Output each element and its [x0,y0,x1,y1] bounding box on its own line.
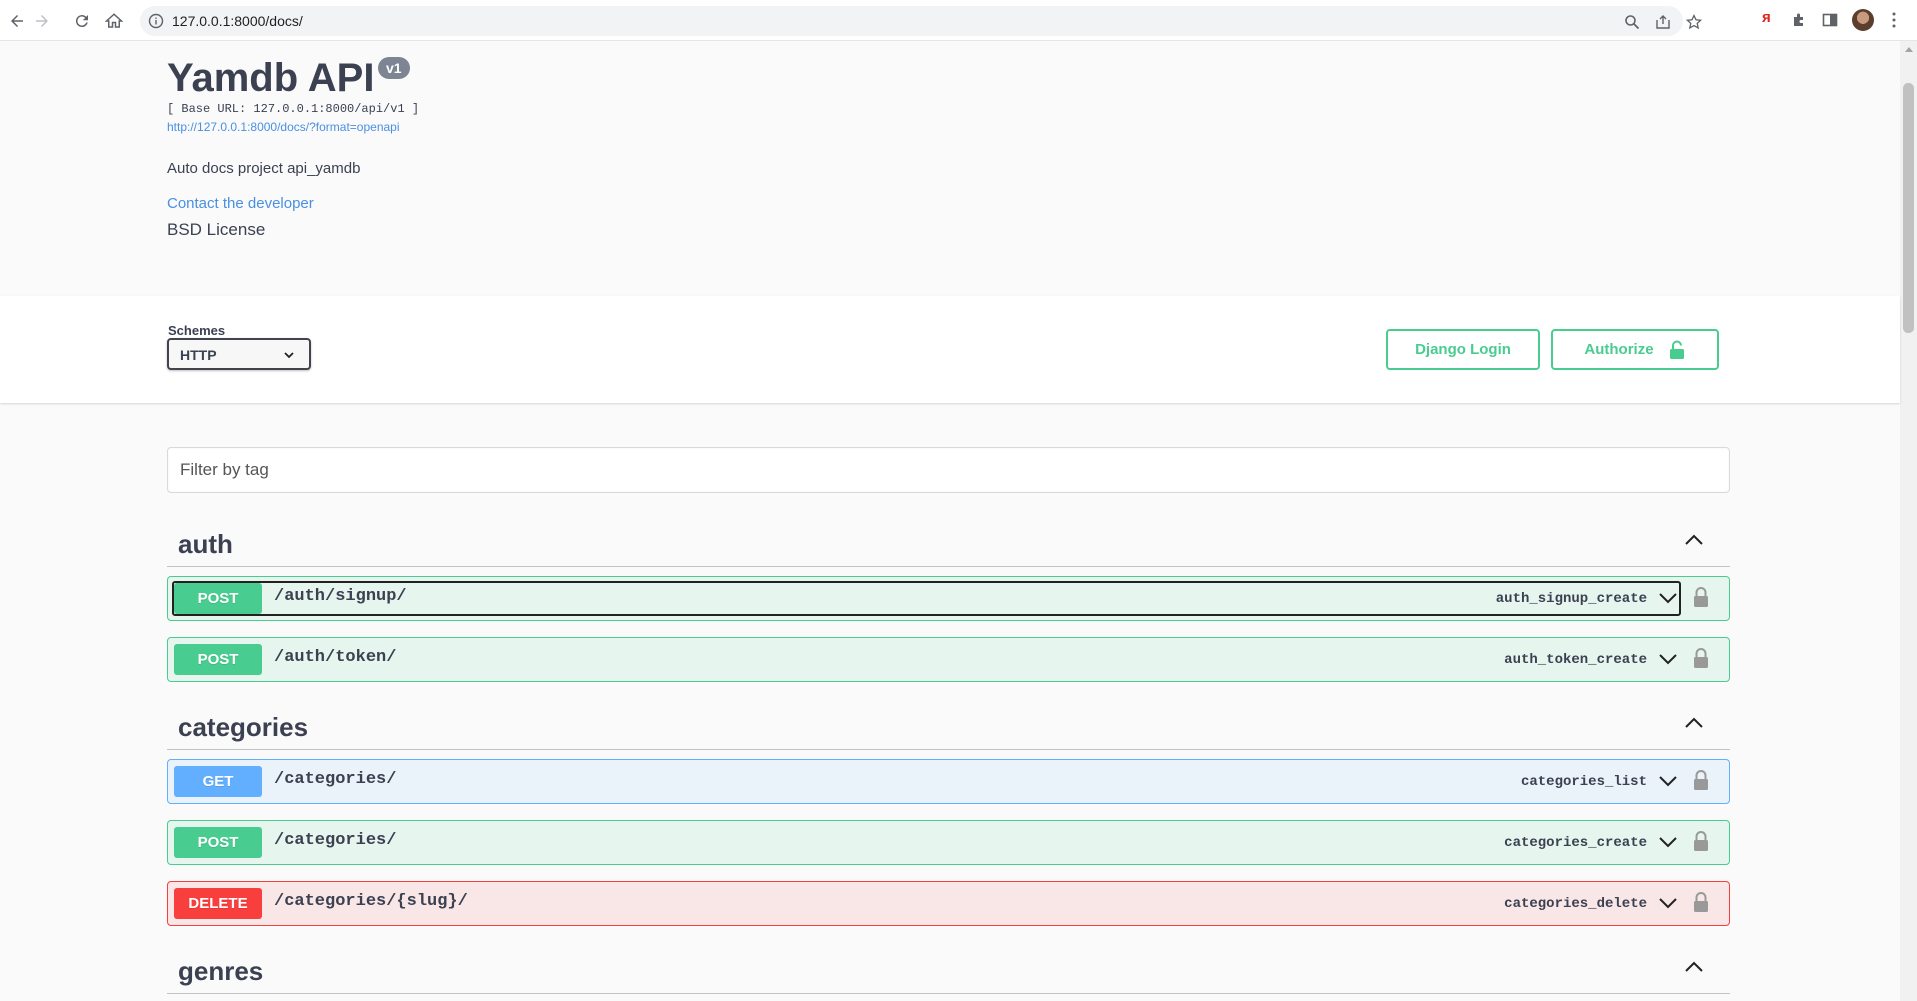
unlocked-icon [1668,340,1686,360]
address-url: 127.0.0.1:8000/docs/ [172,13,303,29]
reload-icon[interactable] [71,10,93,32]
operation-categories-create[interactable]: POST /categories/ categories_create [167,820,1730,865]
lock-icon[interactable] [1693,647,1709,669]
back-arrow-icon[interactable] [6,10,28,32]
django-login-label: Django Login [1415,341,1511,358]
tag-name: auth [178,529,233,559]
zoom-icon[interactable] [1624,14,1640,30]
chevron-up-icon[interactable] [1684,533,1704,547]
schemes-select[interactable]: HTTP [167,338,311,370]
operation-path: /categories/ [274,831,397,850]
version-badge: v1 [378,57,410,79]
schemes-label: Schemes [168,323,226,338]
method-badge: POST [174,827,262,858]
site-info-icon[interactable] [148,13,164,29]
scroll-up-arrow-icon[interactable] [1905,47,1913,52]
tag-name: categories [178,712,309,742]
operation-path: /auth/signup/ [274,587,407,606]
operation-id: categories_create [1504,835,1647,851]
method-badge: DELETE [174,888,262,919]
contact-developer-link[interactable]: Contact the developer [167,195,314,212]
schemes-selected-value: HTTP [180,347,217,363]
lock-icon[interactable] [1693,769,1709,791]
share-icon[interactable] [1655,14,1671,30]
authorize-label: Authorize [1584,341,1654,358]
operation-categories-delete[interactable]: DELETE /categories/{slug}/ categories_de… [167,881,1730,926]
scrollbar-thumb[interactable] [1903,83,1914,333]
side-panel-icon[interactable] [1820,10,1840,30]
base-url: [ Base URL: 127.0.0.1:8000/api/v1 ] [167,102,420,116]
operation-path: /categories/{slug}/ [274,892,468,911]
home-icon[interactable] [103,10,125,32]
tag-name: genres [178,956,264,986]
chevron-down-icon[interactable] [1658,652,1678,666]
license-text: BSD License [167,220,266,239]
lock-icon[interactable] [1693,891,1709,913]
operation-path: /categories/ [274,770,397,789]
bookmark-star-icon[interactable] [1686,14,1702,30]
method-badge: GET [174,766,262,797]
operation-id: auth_token_create [1504,652,1647,668]
page-scrollbar[interactable] [1900,41,1917,1001]
operation-auth-token[interactable]: POST /auth/token/ auth_token_create [167,637,1730,682]
chevron-up-icon[interactable] [1684,716,1704,730]
django-login-button[interactable]: Django Login [1386,329,1540,370]
tag-header-categories[interactable]: categories [167,698,1730,750]
authorize-button[interactable]: Authorize [1551,329,1719,370]
kebab-menu-icon[interactable] [1884,10,1904,30]
tag-header-genres[interactable]: genres [167,942,1730,994]
api-title: Yamdb API [167,56,375,100]
chevron-down-icon[interactable] [1658,835,1678,849]
filter-by-tag-input[interactable] [167,447,1730,493]
forward-arrow-icon[interactable] [31,10,53,32]
lock-icon[interactable] [1693,830,1709,852]
openapi-spec-link[interactable]: http://127.0.0.1:8000/docs/?format=opena… [167,120,400,134]
operation-id: auth_signup_create [1495,591,1647,607]
operation-id: categories_delete [1504,896,1647,912]
operation-auth-signup[interactable]: POST /auth/signup/ auth_signup_create [167,576,1730,621]
address-bar[interactable]: 127.0.0.1:8000/docs/ [140,6,1702,36]
extensions-puzzle-icon[interactable] [1789,10,1809,30]
profile-avatar[interactable] [1852,9,1874,31]
tag-header-auth[interactable]: auth [167,515,1730,567]
browser-toolbar: 127.0.0.1:8000/docs/ я [0,0,1917,41]
scheme-container: Schemes HTTP Django Login Authorize [0,296,1900,403]
lock-icon[interactable] [1693,586,1709,608]
method-badge: POST [174,583,262,614]
chevron-down-icon[interactable] [1658,774,1678,788]
chevron-down-icon[interactable] [1658,591,1678,605]
operation-categories-list[interactable]: GET /categories/ categories_list [167,759,1730,804]
api-info-section: Yamdb API v1 [ Base URL: 127.0.0.1:8000/… [0,41,1900,296]
chevron-up-icon[interactable] [1684,960,1704,974]
operation-path: /auth/token/ [274,648,397,667]
method-badge: POST [174,644,262,675]
api-description: Auto docs project api_yamdb [167,160,361,177]
operation-id: categories_list [1520,774,1647,790]
chevron-down-icon [284,352,294,359]
yandex-extension-icon[interactable]: я [1762,9,1771,26]
chevron-down-icon[interactable] [1658,896,1678,910]
